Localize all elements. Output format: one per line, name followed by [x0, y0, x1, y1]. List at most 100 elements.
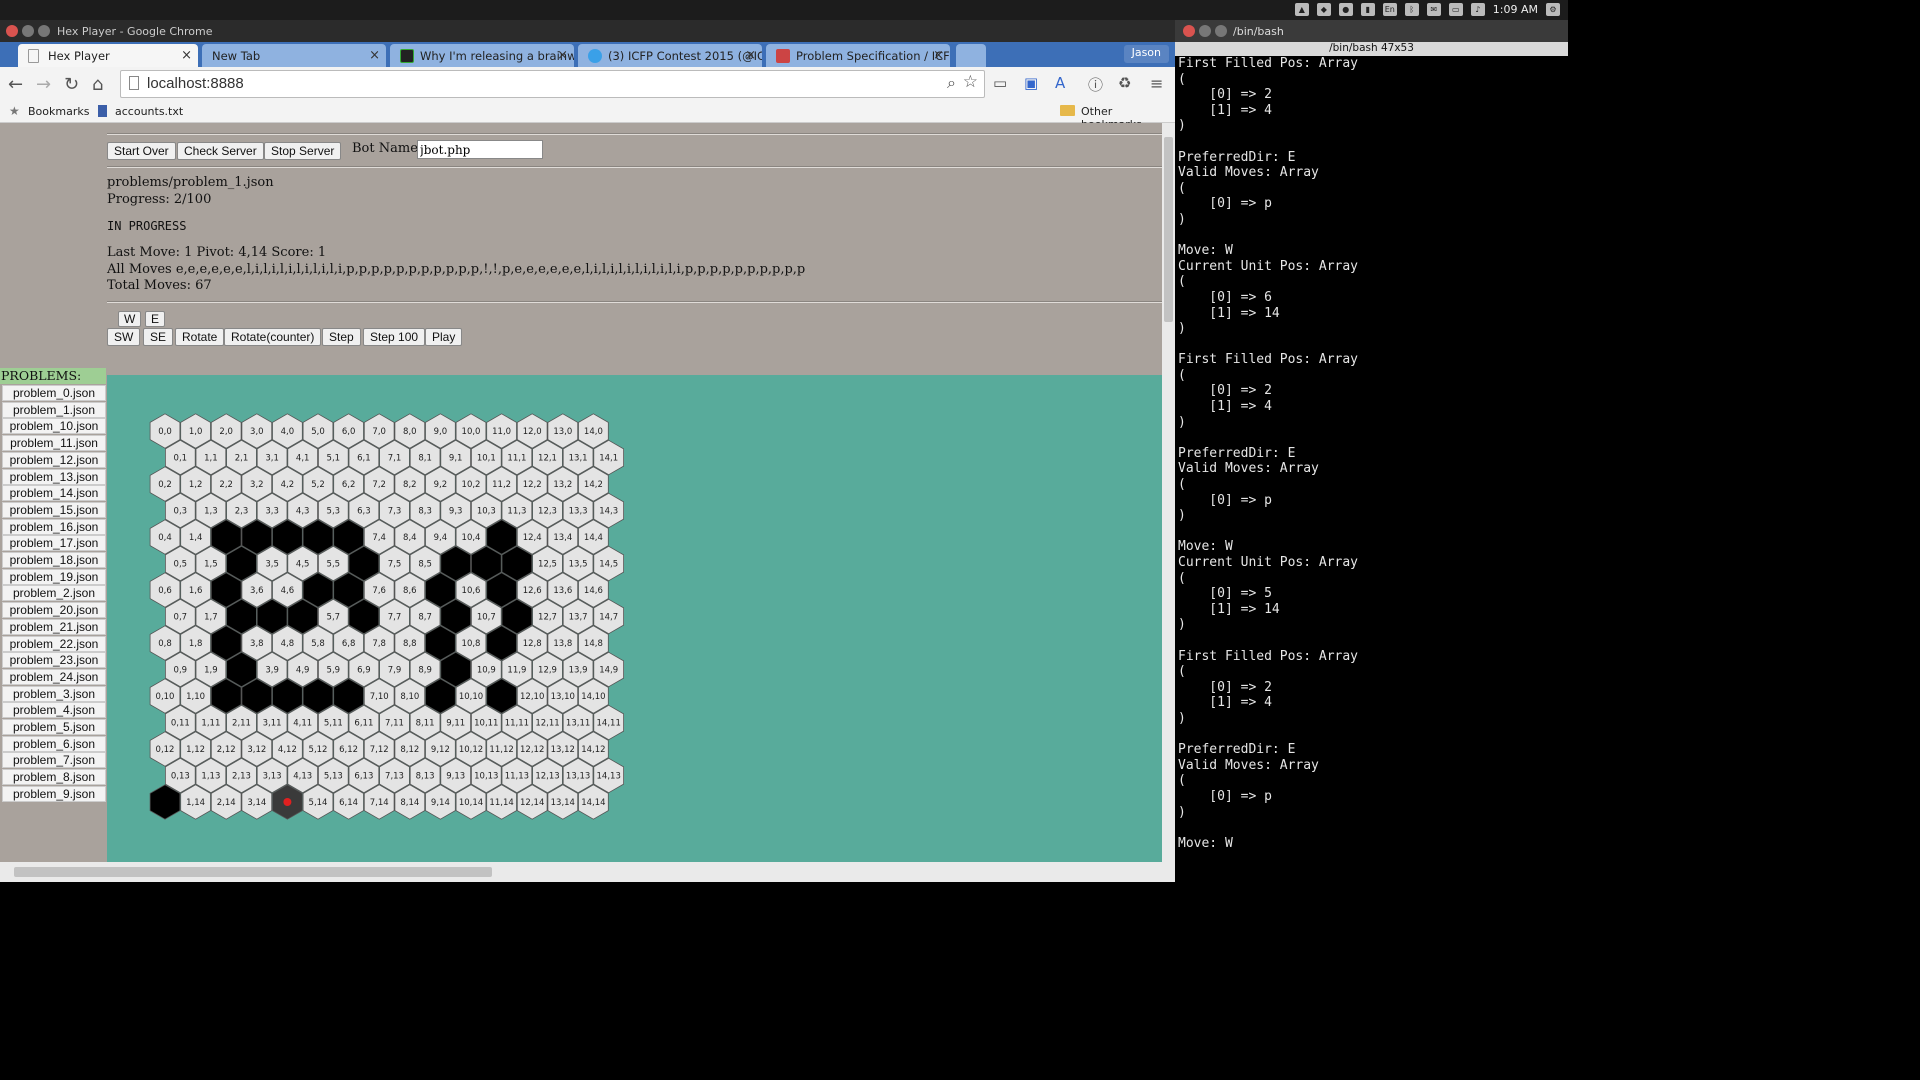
- move-se-button[interactable]: SE: [143, 328, 174, 346]
- bot-name-input[interactable]: [417, 140, 543, 159]
- problem-list-item[interactable]: problem_15.json: [2, 501, 106, 518]
- problem-list-item[interactable]: problem_12.json: [2, 451, 106, 468]
- hex-cell-label: 5,1: [327, 454, 341, 464]
- tab-brainwave[interactable]: Why I'm releasing a brainwa ×: [390, 44, 574, 67]
- problem-list-item[interactable]: problem_19.json: [2, 568, 106, 585]
- horizontal-scrollbar[interactable]: [0, 862, 1162, 882]
- keyboard-layout-icon[interactable]: En: [1382, 3, 1397, 16]
- hex-cell-label: 1,5: [204, 560, 218, 570]
- bluetooth-icon[interactable]: ᛒ: [1404, 3, 1419, 16]
- hex-cell-label: 4,13: [293, 772, 312, 782]
- close-tab-icon[interactable]: ×: [181, 48, 192, 63]
- problem-list-item[interactable]: problem_0.json: [2, 385, 106, 401]
- problem-list-item[interactable]: problem_2.json: [2, 585, 106, 602]
- hex-cell-label: 8,14: [400, 798, 419, 808]
- problem-list-item[interactable]: problem_24.json: [2, 668, 106, 685]
- url-text[interactable]: localhost:8888: [147, 75, 244, 92]
- problem-list-item[interactable]: problem_20.json: [2, 602, 106, 619]
- home-icon[interactable]: ⌂: [92, 74, 103, 95]
- maximize-window-icon[interactable]: [38, 25, 50, 37]
- tab-hex-player[interactable]: Hex Player ×: [18, 44, 198, 67]
- problem-list-item[interactable]: problem_1.json: [2, 401, 106, 418]
- cast-icon[interactable]: ▭: [993, 74, 1007, 92]
- problem-list-item[interactable]: problem_23.json: [2, 652, 106, 669]
- close-window-icon[interactable]: [1183, 25, 1195, 37]
- problem-list-item[interactable]: problem_5.json: [2, 719, 106, 735]
- search-icon[interactable]: ⌕: [947, 73, 956, 93]
- profile-button[interactable]: Jason: [1123, 45, 1169, 63]
- rotate-button[interactable]: Rotate: [175, 328, 225, 346]
- check-server-button[interactable]: Check Server: [177, 142, 264, 160]
- problem-list-item[interactable]: problem_11.json: [2, 435, 106, 452]
- close-tab-icon[interactable]: ×: [369, 48, 380, 63]
- minimize-window-icon[interactable]: [1199, 25, 1211, 37]
- hex-cell-label: 13,0: [553, 427, 572, 437]
- tab-problem-spec[interactable]: Problem Specification / ICF ×: [766, 44, 950, 67]
- info-icon[interactable]: ⓘ: [1088, 74, 1103, 95]
- problem-list-item[interactable]: problem_21.json: [2, 618, 106, 635]
- battery-icon[interactable]: ▭: [1448, 3, 1463, 16]
- start-over-button[interactable]: Start Over: [107, 142, 176, 160]
- mail-icon[interactable]: ✉: [1426, 3, 1441, 16]
- problem-list-item[interactable]: problem_6.json: [2, 735, 106, 752]
- hex-cell-label: 2,1: [235, 454, 249, 464]
- forward-icon[interactable]: →: [36, 74, 51, 95]
- play-button[interactable]: Play: [425, 328, 463, 346]
- problem-list-item[interactable]: problem_7.json: [2, 752, 106, 769]
- address-bar[interactable]: localhost:8888 ⌕ ☆: [120, 70, 985, 98]
- problem-list-item[interactable]: problem_14.json: [2, 485, 106, 502]
- new-tab-button[interactable]: [956, 44, 986, 67]
- dropbox-icon[interactable]: ◆: [1316, 3, 1331, 16]
- rotate-counter-button[interactable]: Rotate(counter): [224, 328, 322, 346]
- bookmarks-label[interactable]: Bookmarks: [28, 105, 89, 118]
- move-sw-button[interactable]: SW: [107, 328, 141, 346]
- translate-icon[interactable]: A: [1055, 74, 1065, 92]
- problem-list-item[interactable]: problem_9.json: [2, 785, 106, 802]
- recycle-icon[interactable]: ♻: [1118, 74, 1131, 92]
- problem-list-item[interactable]: problem_13.json: [2, 468, 106, 485]
- problem-list-item[interactable]: problem_3.json: [2, 685, 106, 702]
- page-info-icon[interactable]: [129, 76, 139, 90]
- maximize-window-icon[interactable]: [1215, 25, 1227, 37]
- move-e-button[interactable]: E: [145, 311, 166, 327]
- menu-icon[interactable]: ≡: [1150, 74, 1163, 93]
- chrome-icon[interactable]: ●: [1338, 3, 1353, 16]
- extension-calendar-icon[interactable]: ▣: [1024, 74, 1038, 92]
- network-icon[interactable]: ▮: [1360, 3, 1375, 16]
- terminal-output[interactable]: First Filled Pos: Array( [0] => 2 [1] =>…: [1178, 56, 1561, 882]
- upload-icon[interactable]: ▲: [1294, 3, 1309, 16]
- problem-list-item[interactable]: problem_4.json: [2, 702, 106, 719]
- problem-list-item[interactable]: problem_22.json: [2, 635, 106, 652]
- close-window-icon[interactable]: [6, 25, 18, 37]
- vertical-scrollbar[interactable]: [1162, 123, 1175, 882]
- minimize-window-icon[interactable]: [22, 25, 34, 37]
- close-tab-icon[interactable]: ×: [745, 48, 756, 63]
- problem-list-item[interactable]: problem_16.json: [2, 518, 106, 535]
- problem-list-item[interactable]: problem_8.json: [2, 769, 106, 786]
- terminal-line: Current Unit Pos: Array: [1178, 555, 1359, 570]
- bookmark-accounts[interactable]: accounts.txt: [115, 105, 183, 118]
- tab-new-tab[interactable]: New Tab ×: [202, 44, 386, 67]
- step-100-button[interactable]: Step 100: [363, 328, 426, 346]
- problem-list-item[interactable]: problem_17.json: [2, 535, 106, 552]
- vertical-scroll-thumb[interactable]: [1164, 137, 1173, 322]
- move-w-button[interactable]: W: [118, 311, 142, 327]
- bookmark-star-icon[interactable]: ☆: [963, 72, 978, 92]
- clock[interactable]: 1:09 AM: [1493, 3, 1538, 16]
- tab-twitter[interactable]: (3) ICFP Contest 2015 (@ICF ×: [578, 44, 762, 67]
- hex-cell-label: 8,7: [418, 613, 432, 623]
- reload-icon[interactable]: ↻: [64, 74, 79, 95]
- step-button[interactable]: Step: [322, 328, 361, 346]
- hex-cell-label: 8,11: [416, 719, 435, 729]
- stop-server-button[interactable]: Stop Server: [264, 142, 342, 160]
- horizontal-scroll-thumb[interactable]: [14, 867, 492, 877]
- back-icon[interactable]: ←: [8, 74, 23, 95]
- problem-list-item[interactable]: problem_18.json: [2, 552, 106, 568]
- close-tab-icon[interactable]: ×: [933, 48, 944, 63]
- volume-icon[interactable]: ♪: [1470, 3, 1485, 16]
- problem-list-item[interactable]: problem_10.json: [2, 418, 106, 435]
- close-tab-icon[interactable]: ×: [557, 48, 568, 63]
- hex-cell-label: 10,12: [459, 745, 483, 755]
- settings-icon[interactable]: ⚙: [1546, 3, 1560, 16]
- hex-cell-label: 0,0: [158, 427, 172, 437]
